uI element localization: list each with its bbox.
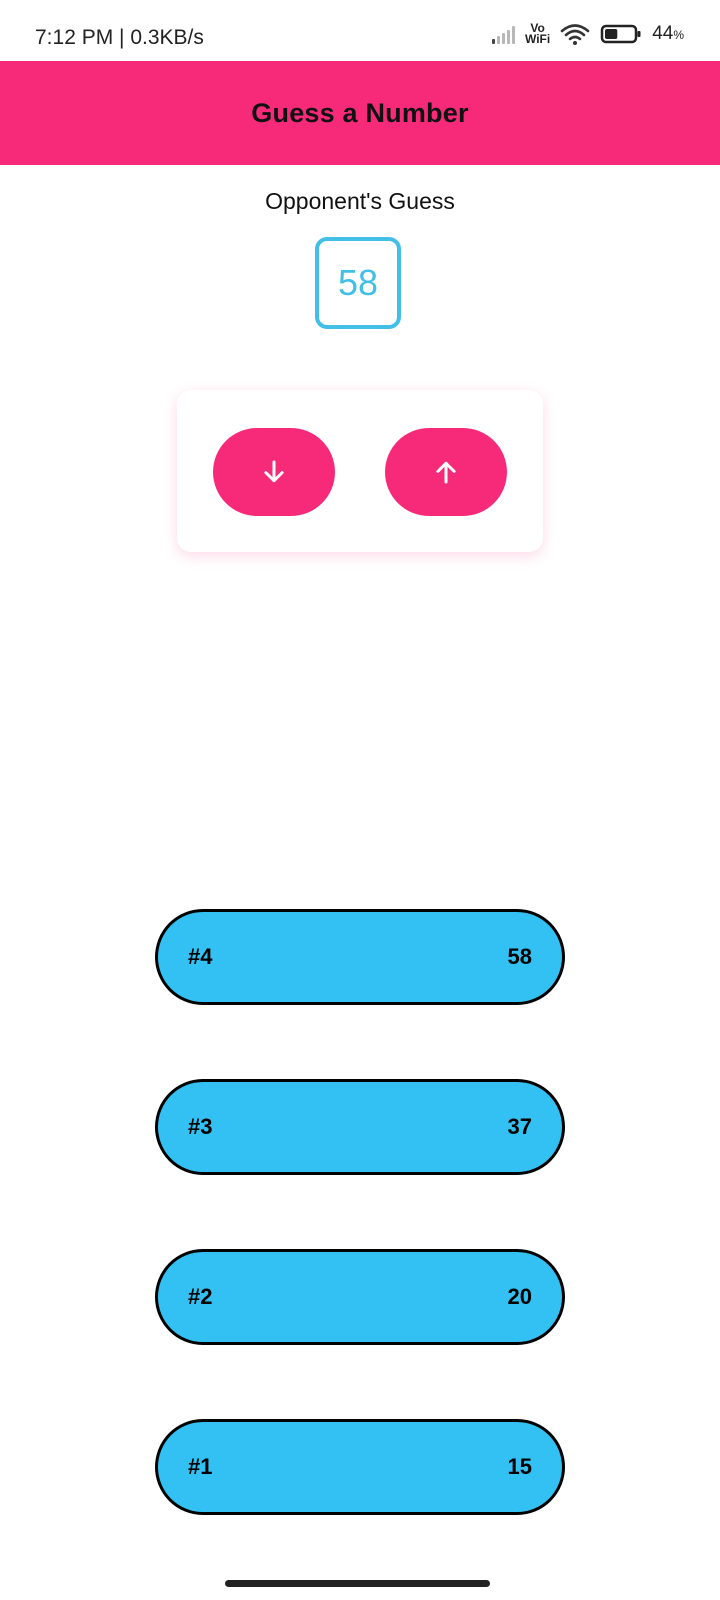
guess-round-value: 20: [507, 1284, 532, 1309]
opponent-guess-label: Opponent's Guess: [265, 188, 455, 214]
opponent-guess-box: 58: [315, 237, 401, 329]
app-header: Guess a Number: [0, 61, 720, 165]
arrow-down-icon: [264, 460, 284, 483]
guess-log-item: #3 37: [155, 1079, 565, 1175]
guess-round-label: #4: [188, 944, 213, 969]
guess-round-label: #3: [188, 1114, 213, 1139]
guess-log-item: #4 58: [155, 909, 565, 1005]
battery-percent: 44%: [652, 23, 684, 45]
guess-round-value: 15: [507, 1454, 532, 1479]
signal-icon: [491, 24, 515, 44]
opponent-guess-value: 58: [337, 262, 379, 303]
status-icons: Vo WiFi 44%: [491, 22, 684, 46]
battery-percent-unit: %: [673, 28, 684, 42]
guess-round-label: #1: [188, 1454, 213, 1479]
higher-button[interactable]: [385, 428, 507, 516]
guess-round-value: 37: [507, 1114, 532, 1139]
arrow-up-icon: [436, 461, 456, 484]
guess-round-label: #2: [188, 1284, 213, 1309]
controls-card: [177, 390, 543, 552]
battery-percent-value: 44: [652, 23, 674, 44]
guess-log-item: #1 15: [155, 1419, 565, 1515]
wifi-icon: [560, 24, 590, 45]
vowifi-icon: Vo WiFi: [524, 22, 551, 46]
battery-icon: [600, 24, 641, 44]
guess-log-item: #2 20: [155, 1249, 565, 1345]
home-indicator[interactable]: [225, 1580, 490, 1587]
page-title: Guess a Number: [251, 97, 469, 128]
status-bar: 7:12 PM | 0.3KB/s Vo WiFi 44%: [0, 0, 720, 61]
guess-round-value: 58: [507, 944, 532, 969]
status-time-speed: 7:12 PM | 0.3KB/s: [35, 26, 204, 49]
lower-button[interactable]: [213, 428, 335, 516]
vowifi-bottom-label: WiFi: [524, 32, 551, 46]
